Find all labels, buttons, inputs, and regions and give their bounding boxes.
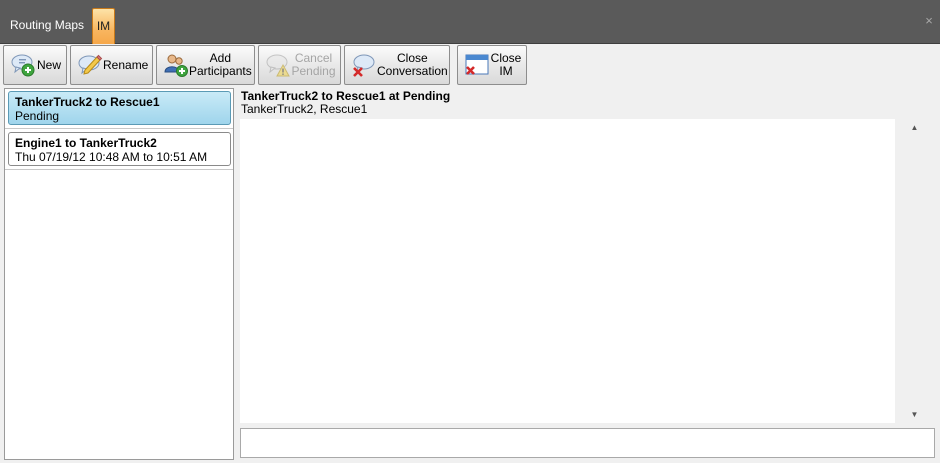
close-conversation-label-line2: Conversation [377,64,448,78]
rename-button[interactable]: Rename [70,45,153,85]
scroll-up-icon[interactable]: ▲ [910,123,919,132]
new-conversation-icon [11,54,35,77]
rename-conversation-icon [78,54,103,75]
conversation-item-selected[interactable]: TankerTruck2 to Rescue1 Pending [8,91,231,125]
conversation-list: TankerTruck2 to Rescue1 Pending Engine1 … [4,88,234,460]
close-im-window-icon [465,54,489,75]
tab-routing-maps[interactable]: Routing Maps [4,8,90,44]
conversation-item[interactable]: Engine1 to TankerTruck2 Thu 07/19/12 10:… [8,132,231,166]
message-input[interactable] [241,429,934,457]
new-button-label: New [36,57,61,72]
close-conversation-label: Close Conversation [377,52,452,78]
list-divider [5,128,233,129]
add-participants-button[interactable]: Add Participants [156,45,255,85]
close-im-button[interactable]: Close IM [457,45,527,85]
cancel-pending-button[interactable]: Cancel Pending [258,45,341,85]
close-conversation-button[interactable]: Close Conversation [344,45,450,85]
rename-button-label: Rename [103,57,149,72]
title-bar: Routing Maps IM × [0,0,940,44]
conversation-subtitle: Pending [15,109,60,123]
cancel-pending-label-line2: Pending [291,64,336,78]
message-input-box [240,428,935,458]
cancel-pending-icon [266,54,290,77]
scroll-down-icon[interactable]: ▼ [910,410,919,419]
new-button[interactable]: New [3,45,67,85]
conversation-participants: TankerTruck2, Rescue1 [241,102,368,116]
add-participants-icon [164,54,188,77]
conversation-subtitle: Thu 07/19/12 10:48 AM to 10:51 AM [15,150,208,164]
close-conversation-icon [353,54,375,77]
add-participants-label: Add Participants [189,52,256,78]
toolbar: New Rename Add Participants Cancel Pendi… [0,44,940,88]
cancel-pending-label: Cancel Pending [291,52,340,78]
list-divider [5,169,233,170]
message-scrollbar[interactable]: ▲ ▼ [895,119,934,423]
add-participants-label-line2: Participants [189,64,252,78]
close-window-icon[interactable]: × [923,14,935,28]
conversation-header-title: TankerTruck2 to Rescue1 at Pending [241,89,451,103]
message-history[interactable] [240,119,895,423]
tab-im[interactable]: IM [92,8,115,44]
conversation-title: TankerTruck2 to Rescue1 [15,95,160,109]
close-im-label-line2: IM [499,64,513,78]
conversation-title: Engine1 to TankerTruck2 [15,136,157,150]
close-im-label: Close IM [490,52,526,78]
